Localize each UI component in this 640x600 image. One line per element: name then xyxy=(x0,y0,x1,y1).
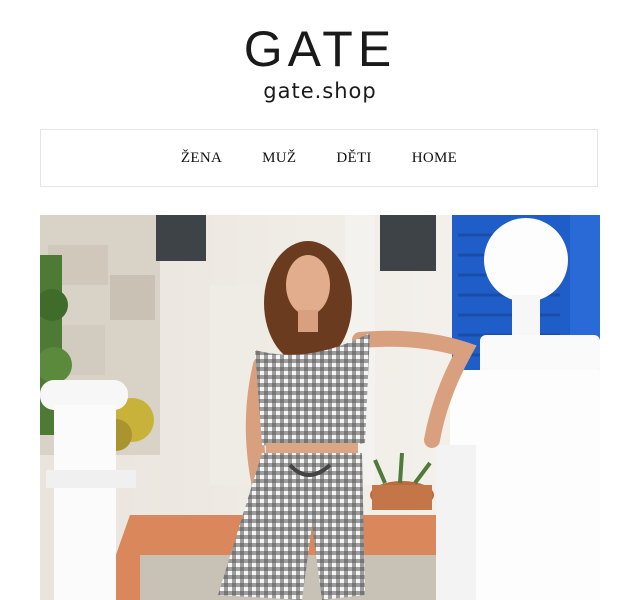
main-navigation: ŽENA MUŽ DĚTI HOME xyxy=(40,129,598,187)
email-page: GATE gate.shop ŽENA MUŽ DĚTI HOME xyxy=(0,0,640,600)
dark-window xyxy=(380,215,436,271)
nav-item-zena[interactable]: ŽENA xyxy=(181,150,222,167)
nav-item-muz[interactable]: MUŽ xyxy=(262,150,296,167)
hero-image xyxy=(40,215,600,600)
nav-item-home[interactable]: HOME xyxy=(412,150,457,167)
dark-window xyxy=(156,215,206,261)
brand-header[interactable]: GATE gate.shop xyxy=(0,22,640,104)
brand-domain[interactable]: gate.shop xyxy=(0,78,640,104)
brand-logo[interactable]: GATE xyxy=(0,22,640,76)
nav-item-deti[interactable]: DĚTI xyxy=(336,150,371,167)
hero-banner[interactable] xyxy=(40,215,600,600)
